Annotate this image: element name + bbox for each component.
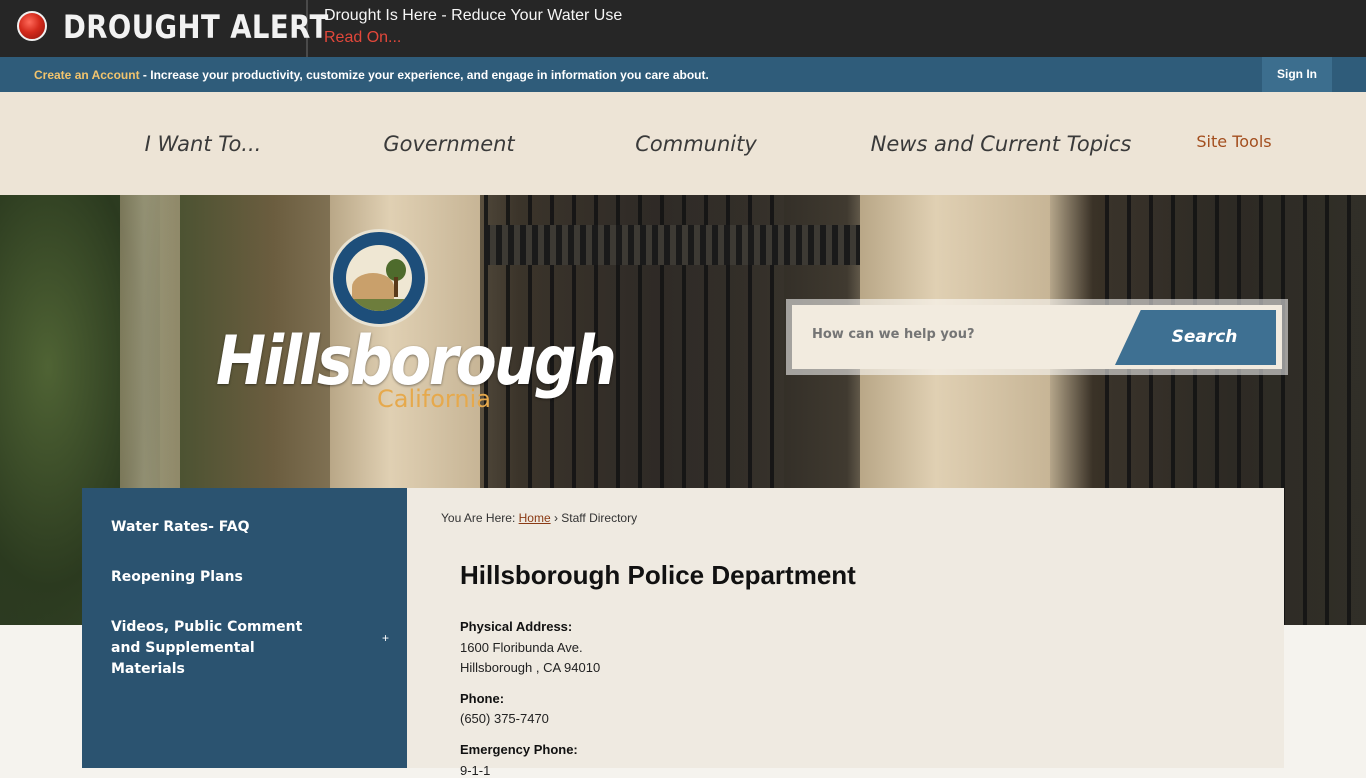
breadcrumb-current: Staff Directory: [561, 511, 638, 525]
seal-ground-icon: [346, 299, 412, 311]
phone-value[interactable]: (650) 375-7470: [460, 711, 549, 726]
search-input[interactable]: [812, 327, 1112, 342]
nav-i-want-to[interactable]: I Want To...: [145, 132, 262, 156]
emergency-phone-label: Emergency Phone:: [460, 742, 578, 757]
create-account-link[interactable]: Create an Account: [34, 68, 140, 82]
breadcrumb-separator: ›: [550, 511, 562, 525]
main-content: You Are Here: Home › Staff Directory Hil…: [407, 488, 1284, 778]
page-title: Hillsborough Police Department: [460, 560, 856, 590]
physical-address-label: Physical Address:: [460, 619, 573, 634]
alert-badge: DROUGHT ALERT: [0, 0, 328, 57]
account-description: - Increase your productivity, customize …: [139, 68, 709, 82]
site-logo-state: California: [377, 385, 491, 413]
sign-in-button[interactable]: Sign In: [1262, 57, 1332, 92]
expand-plus-icon[interactable]: +: [382, 631, 389, 645]
sidebar-item-reopening-plans[interactable]: Reopening Plans: [111, 567, 243, 588]
phone-label: Phone:: [460, 691, 505, 706]
address-line-1: 1600 Floribunda Ave.: [460, 640, 583, 655]
alert-message[interactable]: Drought Is Here - Reduce Your Water Use: [324, 7, 622, 25]
emergency-phone-value[interactable]: 9-1-1: [460, 763, 490, 778]
breadcrumb-home-link[interactable]: Home: [519, 511, 551, 525]
drought-alert-bar: DROUGHT ALERT Drought Is Here - Reduce Y…: [0, 0, 1366, 57]
hero-gate-ornament: [484, 225, 864, 265]
main-navigation: I Want To... Government Community News a…: [0, 92, 1366, 195]
alert-light-icon: [17, 11, 47, 41]
address-line-2: Hillsborough , CA 94010: [460, 660, 601, 675]
breadcrumb: You Are Here: Home › Staff Directory: [441, 511, 637, 525]
site-tools-link[interactable]: Site Tools: [1196, 132, 1271, 151]
breadcrumb-prefix: You Are Here:: [441, 511, 519, 525]
sidebar-item-water-rates-faq[interactable]: Water Rates- FAQ: [111, 517, 249, 538]
town-seal-logo[interactable]: [330, 229, 428, 327]
account-bar: Create an Account - Increase your produc…: [0, 57, 1366, 92]
nav-community[interactable]: Community: [635, 132, 757, 156]
nav-government[interactable]: Government: [383, 132, 514, 156]
alert-title: DROUGHT ALERT: [63, 8, 329, 46]
seal-trunk-icon: [394, 277, 398, 297]
search-button[interactable]: Search: [1115, 310, 1276, 365]
sidebar-item-videos-public-comment[interactable]: Videos, Public Comment and Supplemental …: [111, 617, 331, 680]
sidebar: Water Rates- FAQ Reopening Plans Videos,…: [82, 488, 407, 768]
account-prompt: Create an Account - Increase your produc…: [34, 68, 709, 82]
seal-emblem: [346, 245, 412, 311]
nav-news-and-current-topics[interactable]: News and Current Topics: [871, 132, 1132, 156]
alert-read-on-link[interactable]: Read On...: [324, 29, 401, 47]
